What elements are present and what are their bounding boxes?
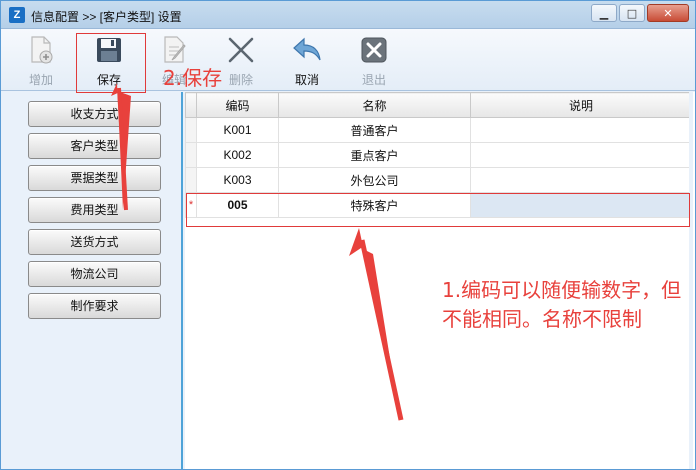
table-row[interactable]: K003 外包公司 — [185, 167, 692, 193]
maximize-icon: □ — [626, 6, 638, 20]
cell-name[interactable]: 普通客户 — [278, 117, 471, 143]
sidebar-item-delivery-method[interactable]: 送货方式 — [28, 229, 161, 255]
close-icon: ✕ — [663, 6, 673, 20]
sidebar-item-payment-method[interactable]: 收支方式 — [28, 101, 161, 127]
cancel-label: 取消 — [294, 73, 319, 87]
add-label: 增加 — [28, 73, 53, 87]
config-type-sidebar: 收支方式 客户类型 票据类型 费用类型 送货方式 物流公司 制作要求 — [1, 92, 183, 469]
table-row[interactable]: K002 重点客户 — [185, 142, 692, 168]
row-indicator[interactable] — [185, 117, 197, 143]
undo-arrow-icon — [291, 35, 323, 65]
window-controls: ▁ □ ✕ — [591, 4, 689, 22]
cell-description[interactable] — [470, 117, 692, 143]
cancel-button[interactable]: 取消 — [279, 35, 335, 89]
sidebar-item-invoice-type[interactable]: 票据类型 — [28, 165, 161, 191]
maximize-button[interactable]: □ — [619, 4, 645, 22]
delete-x-icon — [225, 35, 257, 65]
row-indicator[interactable] — [185, 167, 197, 193]
add-button[interactable]: 增加 — [13, 35, 69, 89]
row-indicator-header — [185, 92, 197, 118]
app-logo-icon: Z — [9, 7, 25, 23]
column-header-code[interactable]: 编码 — [196, 92, 279, 118]
new-row-highlight-box — [186, 193, 690, 227]
add-document-icon — [25, 35, 57, 65]
edit-document-icon — [158, 35, 190, 65]
sidebar-item-expense-type[interactable]: 费用类型 — [28, 197, 161, 223]
title-bar[interactable]: Z 信息配置 >> [客户类型] 设置 ▁ □ ✕ — [1, 1, 695, 29]
close-button[interactable]: ✕ — [647, 4, 689, 22]
cell-code[interactable]: K001 — [196, 117, 279, 143]
grid-edge — [689, 92, 693, 469]
save-annotation: 2.保存 — [163, 66, 223, 90]
code-rule-annotation: 1.编码可以随便输数字，但不能相同。名称不限制 — [442, 278, 682, 331]
column-header-name[interactable]: 名称 — [278, 92, 471, 118]
cell-name[interactable]: 重点客户 — [278, 142, 471, 168]
table-row[interactable]: K001 普通客户 — [185, 117, 692, 143]
exit-x-box-icon — [358, 35, 390, 65]
exit-label: 退出 — [361, 73, 386, 87]
cell-name[interactable]: 外包公司 — [278, 167, 471, 193]
sidebar-item-customer-type[interactable]: 客户类型 — [28, 133, 161, 159]
cell-description[interactable] — [470, 142, 692, 168]
minimize-button[interactable]: ▁ — [591, 4, 617, 22]
save-highlight-box — [76, 33, 146, 93]
grid-header-row: 编码 名称 说明 — [185, 92, 692, 118]
minimize-icon: ▁ — [599, 6, 609, 20]
cell-code[interactable]: K003 — [196, 167, 279, 193]
cell-code[interactable]: K002 — [196, 142, 279, 168]
sidebar-item-logistics-company[interactable]: 物流公司 — [28, 261, 161, 287]
exit-button[interactable]: 退出 — [346, 35, 402, 89]
column-header-description[interactable]: 说明 — [470, 92, 692, 118]
window-title: 信息配置 >> [客户类型] 设置 — [31, 10, 182, 24]
sidebar-item-production-requirement[interactable]: 制作要求 — [28, 293, 161, 319]
row-indicator[interactable] — [185, 142, 197, 168]
cell-description[interactable] — [470, 167, 692, 193]
